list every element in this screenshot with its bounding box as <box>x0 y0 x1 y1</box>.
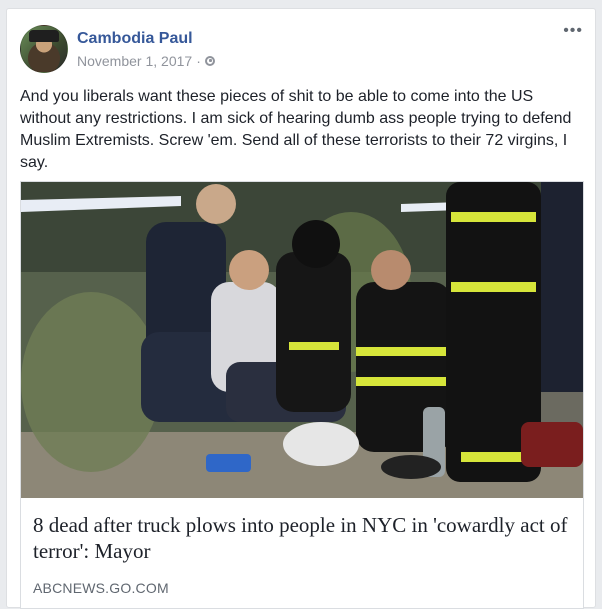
post-date[interactable]: November 1, 2017 <box>77 53 192 69</box>
link-domain: ABCNEWS.GO.COM <box>33 580 169 596</box>
post-text: And you liberals want these pieces of sh… <box>20 88 572 171</box>
news-photo-illustration <box>21 182 583 498</box>
meta-separator: · <box>196 53 201 69</box>
author-name[interactable]: Cambodia Paul <box>77 30 193 48</box>
post-meta: November 1, 2017 · <box>77 53 215 69</box>
link-preview[interactable]: 8 dead after truck plows into people in … <box>20 181 584 609</box>
link-headline[interactable]: 8 dead after truck plows into people in … <box>33 512 573 564</box>
avatar[interactable] <box>20 25 68 73</box>
ellipsis-icon[interactable]: ••• <box>563 23 583 39</box>
post-card: Cambodia Paul November 1, 2017 · ••• And… <box>6 8 596 609</box>
news-photo[interactable] <box>21 182 583 498</box>
avatar-hat <box>29 30 59 42</box>
globe-icon[interactable] <box>204 56 215 66</box>
